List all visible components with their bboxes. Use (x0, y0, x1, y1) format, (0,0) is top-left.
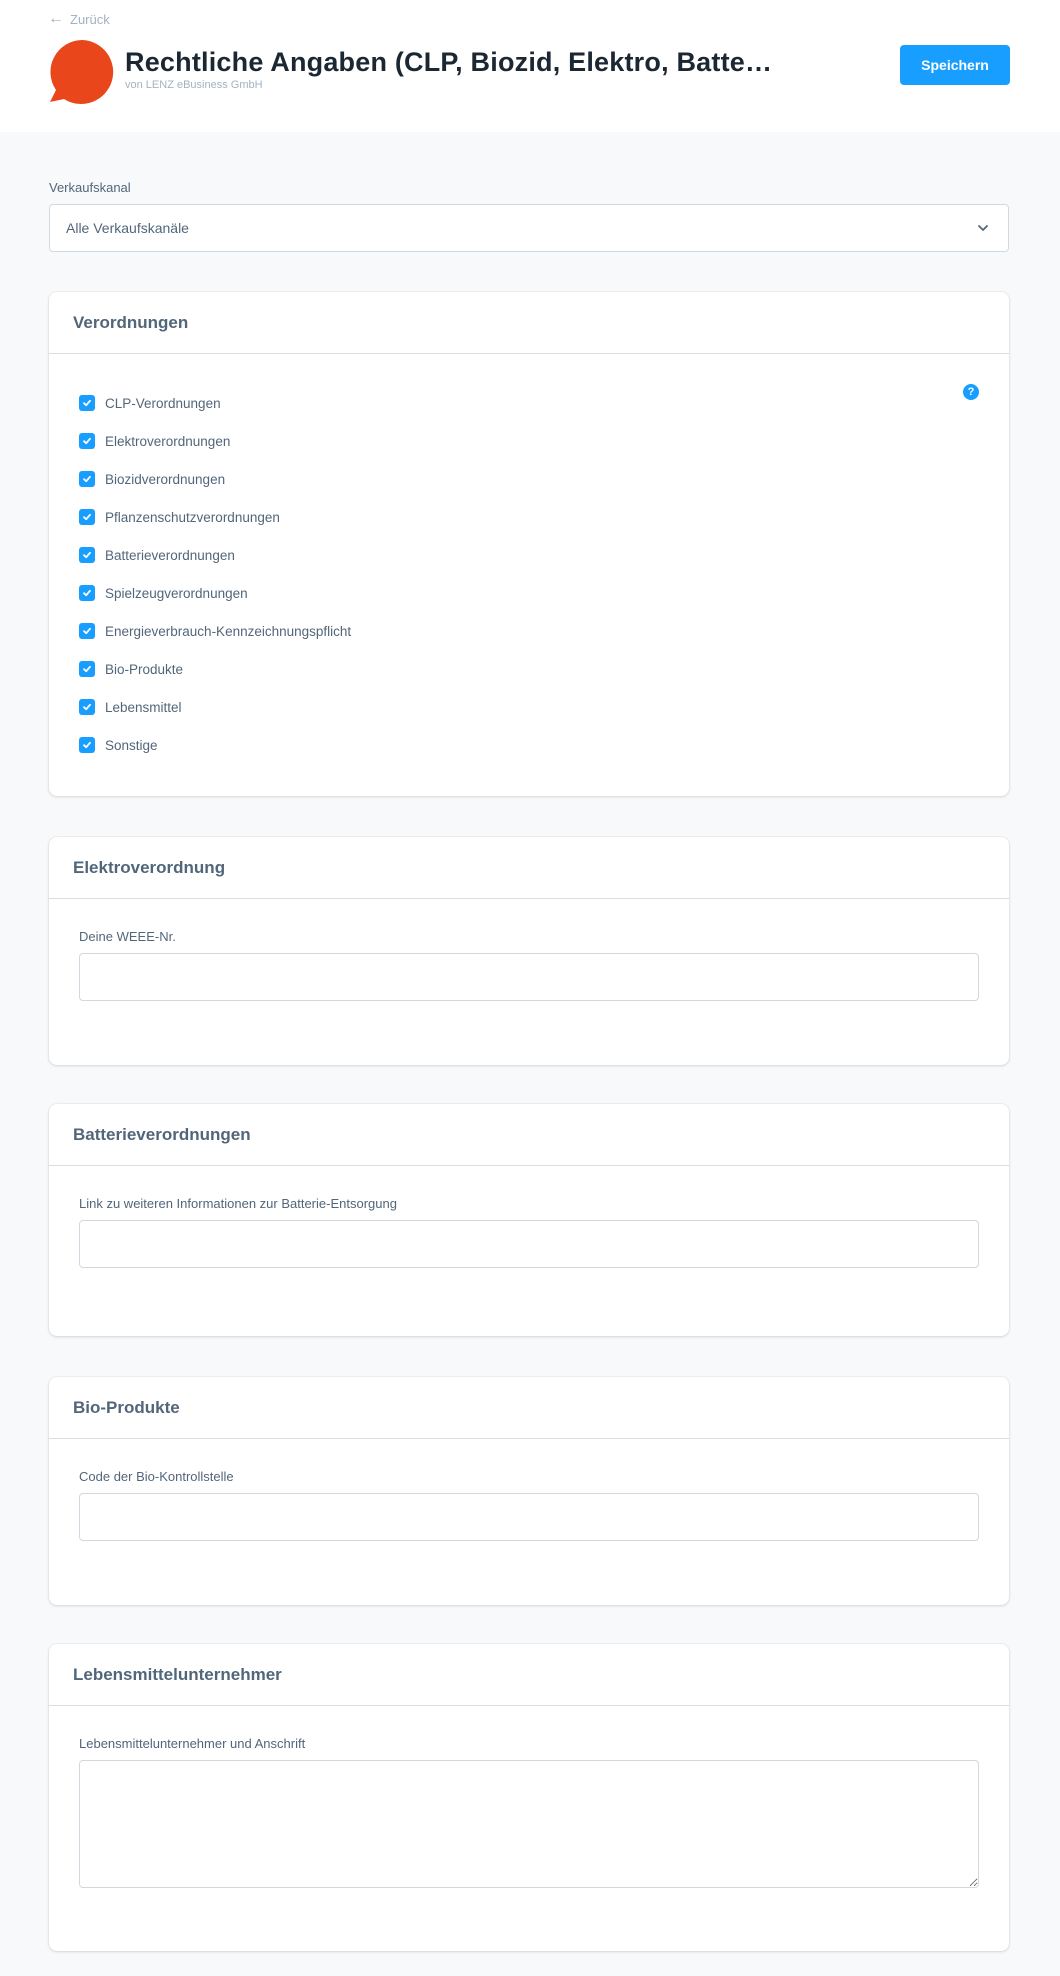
battery-card-title: Batterieverordnungen (49, 1104, 1009, 1166)
checkbox-label: Batterieverordnungen (105, 547, 235, 563)
electro-field: Deine WEEE-Nr. (49, 899, 1009, 1001)
checkmark-icon[interactable] (79, 509, 95, 525)
checkmark-icon[interactable] (79, 547, 95, 563)
bio-control-code-label: Code der Bio-Kontrollstelle (79, 1469, 234, 1484)
bio-control-code-input[interactable] (79, 1493, 979, 1541)
checkbox-toys[interactable]: Spielzeugverordnungen (79, 574, 979, 612)
checkbox-bio-products[interactable]: Bio-Produkte (79, 650, 979, 688)
checkbox-label: Lebensmittel (105, 699, 182, 715)
chevron-down-icon (978, 225, 988, 231)
battery-card: Batterieverordnungen Link zu weiteren In… (49, 1104, 1009, 1336)
electro-card-title: Elektroverordnung (49, 837, 1009, 899)
checkbox-label: CLP-Verordnungen (105, 395, 221, 411)
food-business-card-title: Lebensmittelunternehmer (49, 1644, 1009, 1706)
title-block: Rechtliche Angaben (CLP, Biozid, Elektro… (125, 47, 772, 91)
food-business-address-label: Lebensmittelunternehmer und Anschrift (79, 1736, 306, 1751)
top-bar: ← Zurück Rechtliche Angaben (CLP, Biozid… (0, 0, 1060, 132)
back-link-label: Zurück (70, 11, 110, 27)
weee-number-label: Deine WEEE-Nr. (79, 929, 176, 944)
bio-field: Code der Bio-Kontrollstelle (49, 1439, 1009, 1541)
checkmark-icon[interactable] (79, 471, 95, 487)
checkmark-icon[interactable] (79, 433, 95, 449)
bio-card-title: Bio-Produkte (49, 1377, 1009, 1439)
page-title: Rechtliche Angaben (CLP, Biozid, Elektro… (125, 47, 773, 77)
checkbox-electro[interactable]: Elektroverordnungen (79, 422, 979, 460)
sales-channel-value: Alle Verkaufskanäle (66, 220, 189, 236)
checkmark-icon[interactable] (79, 395, 95, 411)
checkbox-label: Biozidverordnungen (105, 471, 226, 487)
arrow-left-icon: ← (48, 10, 64, 27)
checkbox-biocide[interactable]: Biozidverordnungen (79, 460, 979, 498)
checkmark-icon[interactable] (79, 585, 95, 601)
regulations-checkbox-list: ? CLP-Verordnungen Elektroverordnungen B… (49, 354, 1009, 764)
back-link[interactable]: ← Zurück (48, 11, 110, 27)
question-circle-icon[interactable]: ? (963, 384, 979, 400)
checkmark-icon[interactable] (79, 661, 95, 677)
checkbox-label: Bio-Produkte (105, 661, 184, 677)
page-subtitle: von LENZ eBusiness GmbH (125, 79, 263, 91)
regulations-card: Verordnungen ? CLP-Verordnungen Elektrov… (49, 292, 1009, 796)
battery-field: Link zu weiteren Informationen zur Batte… (49, 1166, 1009, 1268)
checkbox-label: Elektroverordnungen (105, 433, 231, 449)
checkmark-icon[interactable] (79, 699, 95, 715)
bio-card: Bio-Produkte Code der Bio-Kontrollstelle (49, 1377, 1009, 1605)
battery-link-input[interactable] (79, 1220, 979, 1268)
checkmark-icon[interactable] (79, 623, 95, 639)
checkbox-food[interactable]: Lebensmittel (79, 688, 979, 726)
speech-bubble-icon (50, 40, 114, 104)
sales-channel-label: Verkaufskanal (49, 180, 131, 195)
food-business-address-textarea[interactable] (79, 1760, 979, 1888)
checkbox-label: Sonstige (105, 737, 158, 753)
checkbox-plant-protection[interactable]: Pflanzenschutzverordnungen (79, 498, 979, 536)
electro-card: Elektroverordnung Deine WEEE-Nr. (49, 837, 1009, 1065)
weee-number-input[interactable] (79, 953, 979, 1001)
checkbox-other[interactable]: Sonstige (79, 726, 979, 764)
food-business-field: Lebensmittelunternehmer und Anschrift (49, 1706, 1009, 1888)
regulations-card-title: Verordnungen (49, 292, 1009, 354)
checkbox-label: Spielzeugverordnungen (105, 585, 248, 601)
food-business-card: Lebensmittelunternehmer Lebensmittelunte… (49, 1644, 1009, 1951)
checkbox-label: Energieverbrauch-Kennzeichnungspflicht (105, 623, 352, 639)
checkmark-icon[interactable] (79, 737, 95, 753)
checkbox-label: Pflanzenschutzverordnungen (105, 509, 280, 525)
checkbox-clp[interactable]: CLP-Verordnungen (79, 384, 979, 422)
checkbox-energy-label[interactable]: Energieverbrauch-Kennzeichnungspflicht (79, 612, 979, 650)
sales-channel-select[interactable]: Alle Verkaufskanäle (49, 204, 1009, 252)
checkbox-battery[interactable]: Batterieverordnungen (79, 536, 979, 574)
battery-link-label: Link zu weiteren Informationen zur Batte… (79, 1196, 397, 1211)
save-button[interactable]: Speichern (900, 45, 1010, 85)
